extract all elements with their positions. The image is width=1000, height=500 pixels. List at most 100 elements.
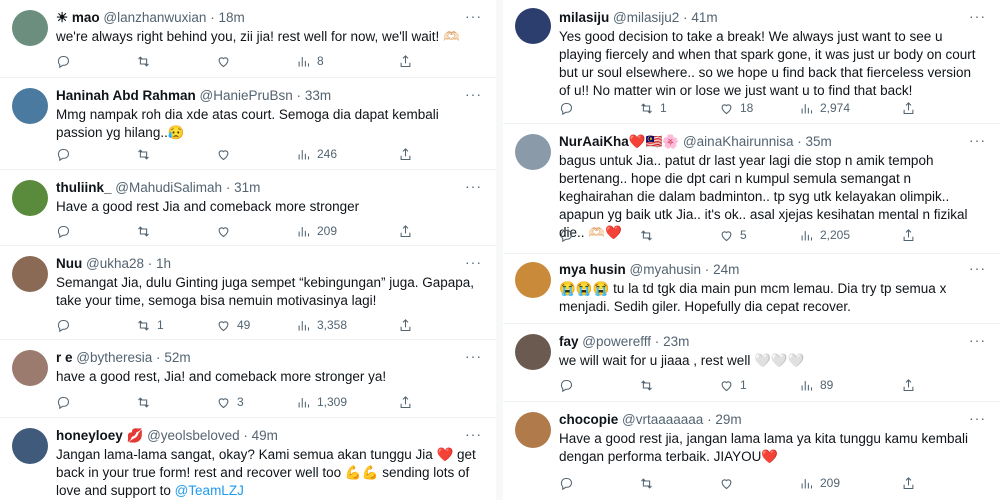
share-button[interactable] [398, 145, 413, 163]
retweet-button[interactable] [639, 474, 660, 492]
avatar[interactable] [12, 88, 48, 124]
handle[interactable]: @vrtaaaaaaa [622, 412, 703, 427]
more-icon[interactable]: ··· [465, 8, 482, 24]
tweet[interactable]: Nuu @ukha28 · 1h ··· Semangat Jia, dulu … [0, 246, 496, 340]
like-button[interactable]: 18 [719, 99, 753, 117]
share-button[interactable] [901, 376, 916, 394]
handle[interactable]: @myahusin [630, 262, 701, 277]
display-name[interactable]: milasiju [559, 10, 609, 25]
timestamp[interactable]: 1h [156, 256, 171, 271]
like-button[interactable]: 3 [216, 393, 244, 411]
retweet-button[interactable] [136, 145, 157, 163]
timestamp[interactable]: 35m [806, 134, 832, 149]
avatar[interactable] [12, 350, 48, 386]
retweet-button[interactable] [136, 222, 157, 240]
display-name[interactable]: r e [56, 350, 73, 365]
retweet-button[interactable]: 1 [639, 99, 667, 117]
timestamp[interactable]: 29m [715, 412, 741, 427]
views-button[interactable]: 2,974 [799, 99, 850, 117]
display-name[interactable]: thuliink_ [56, 180, 112, 195]
reply-button[interactable] [559, 376, 580, 394]
more-icon[interactable]: ··· [465, 426, 482, 442]
tweet[interactable]: chocopie @vrtaaaaaaa · 29m ··· Have a go… [503, 402, 1000, 500]
share-button[interactable] [398, 393, 413, 411]
tweet[interactable]: honeyloey 💋 @yeolsbeloved · 49m ··· Jang… [0, 418, 496, 500]
handle[interactable]: @ainaKhairunnisa [683, 134, 794, 149]
reply-button[interactable] [56, 393, 77, 411]
avatar[interactable] [515, 134, 551, 170]
timestamp[interactable]: 23m [663, 334, 689, 349]
tweet[interactable]: mya husin @myahusin · 24m ··· 😭😭😭 tu la … [503, 254, 1000, 324]
handle[interactable]: @powerefff [582, 334, 651, 349]
share-button[interactable] [901, 226, 916, 244]
share-button[interactable] [398, 316, 413, 334]
mention-link[interactable]: @TeamLZJ [175, 483, 244, 498]
views-button[interactable]: 246 [296, 145, 337, 163]
reply-button[interactable] [56, 316, 77, 334]
like-button[interactable] [216, 145, 237, 163]
like-button[interactable]: 1 [719, 376, 747, 394]
views-button[interactable]: 2,205 [799, 226, 850, 244]
avatar[interactable] [12, 180, 48, 216]
avatar[interactable] [515, 262, 551, 298]
more-icon[interactable]: ··· [465, 178, 482, 194]
tweet[interactable]: thuliink_ @MahudiSalimah · 31m ··· Have … [0, 170, 496, 246]
handle[interactable]: @ukha28 [86, 256, 144, 271]
display-name[interactable]: Haninah Abd Rahman [56, 88, 196, 103]
avatar[interactable] [12, 428, 48, 464]
reply-button[interactable] [56, 52, 77, 70]
like-button[interactable] [216, 222, 237, 240]
more-icon[interactable]: ··· [465, 348, 482, 364]
display-name[interactable]: ☀ mao [56, 10, 100, 25]
retweet-button[interactable] [136, 52, 157, 70]
avatar[interactable] [515, 8, 551, 44]
display-name[interactable]: Nuu [56, 256, 82, 271]
reply-button[interactable] [56, 222, 77, 240]
retweet-button[interactable] [639, 226, 660, 244]
share-button[interactable] [398, 52, 413, 70]
share-button[interactable] [398, 222, 413, 240]
reply-button[interactable] [559, 474, 580, 492]
tweet[interactable]: r e @bytheresia · 52m ··· have a good re… [0, 340, 496, 418]
tweet[interactable]: fay @powerefff · 23m ··· we will wait fo… [503, 324, 1000, 402]
like-button[interactable]: 5 [719, 226, 747, 244]
timestamp[interactable]: 31m [234, 180, 260, 195]
display-name[interactable]: honeyloey 💋 [56, 428, 143, 443]
more-icon[interactable]: ··· [969, 332, 986, 348]
timestamp[interactable]: 52m [164, 350, 190, 365]
handle[interactable]: @HaniePruBsn [200, 88, 293, 103]
tweet[interactable]: Haninah Abd Rahman @HaniePruBsn · 33m ··… [0, 78, 496, 170]
retweet-button[interactable] [136, 393, 157, 411]
handle[interactable]: @milasiju2 [613, 10, 679, 25]
tweet[interactable]: milasiju @milasiju2 · 41m ··· Yes good d… [503, 0, 1000, 124]
reply-button[interactable] [56, 145, 77, 163]
timestamp[interactable]: 41m [691, 10, 717, 25]
handle[interactable]: @yeolsbeloved [147, 428, 240, 443]
like-button[interactable] [719, 474, 740, 492]
more-icon[interactable]: ··· [969, 132, 986, 148]
handle[interactable]: @MahudiSalimah [115, 180, 222, 195]
like-button[interactable] [216, 52, 237, 70]
display-name[interactable]: NurAaiKha❤️🇲🇾🌸 [559, 134, 679, 149]
avatar[interactable] [515, 412, 551, 448]
avatar[interactable] [12, 10, 48, 46]
display-name[interactable]: chocopie [559, 412, 618, 427]
more-icon[interactable]: ··· [465, 254, 482, 270]
views-button[interactable]: 8 [296, 52, 324, 70]
handle[interactable]: @bytheresia [76, 350, 152, 365]
timestamp[interactable]: 33m [305, 88, 331, 103]
display-name[interactable]: fay [559, 334, 579, 349]
share-button[interactable] [901, 99, 916, 117]
more-icon[interactable]: ··· [969, 410, 986, 426]
timestamp[interactable]: 24m [713, 262, 739, 277]
display-name[interactable]: mya husin [559, 262, 626, 277]
avatar[interactable] [515, 334, 551, 370]
handle[interactable]: @lanzhanwuxian [103, 10, 206, 25]
reply-button[interactable] [559, 226, 580, 244]
views-button[interactable]: 1,309 [296, 393, 347, 411]
avatar[interactable] [12, 256, 48, 292]
views-button[interactable]: 209 [296, 222, 337, 240]
tweet[interactable]: NurAaiKha❤️🇲🇾🌸 @ainaKhairunnisa · 35m ··… [503, 124, 1000, 254]
timestamp[interactable]: 49m [252, 428, 278, 443]
tweet[interactable]: ☀ mao @lanzhanwuxian · 18m ··· we're alw… [0, 0, 496, 78]
